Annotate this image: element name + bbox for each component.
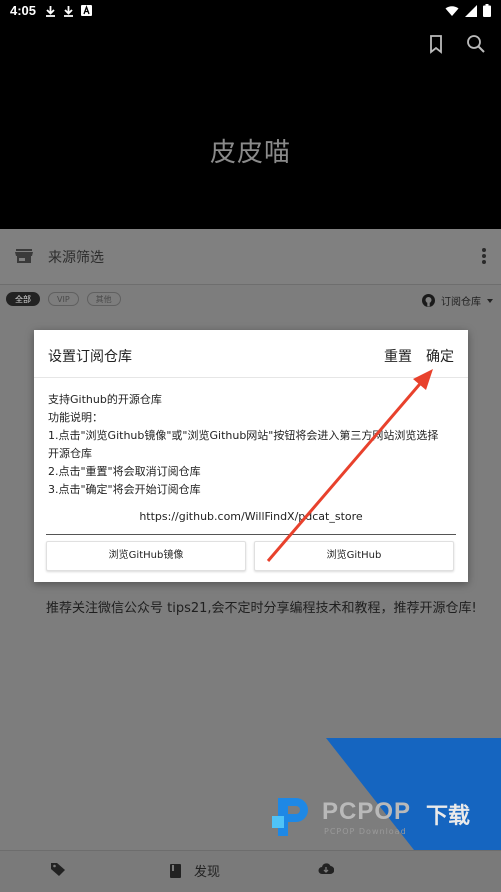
cloud-download-icon <box>318 861 335 877</box>
promo-text: 推荐关注微信公众号 tips21,会不定时分享编程技术和教程，推荐开源仓库! <box>46 601 477 616</box>
bottom-nav: 发现 <box>0 850 501 892</box>
pcpop-logo-icon <box>272 798 308 836</box>
nav-discover-label: 发现 <box>194 865 221 880</box>
subscribe-repo-button[interactable]: 订阅仓库 <box>422 293 493 308</box>
wifi-icon <box>445 5 459 21</box>
dialog-body: 支持Github的开源仓库 功能说明： 1.点击"浏览Github镜像"或"浏览… <box>48 391 458 499</box>
a-box-icon <box>80 4 92 17</box>
bookmark-icon[interactable] <box>425 33 447 55</box>
dialog-body-line: 1.点击"浏览Github镜像"或"浏览Github网站"按钮将会进入第三方网站… <box>48 429 439 442</box>
url-underline <box>46 534 456 535</box>
battery-icon <box>483 4 491 21</box>
app-header: 4:05 皮皮喵 <box>0 0 501 229</box>
watermark: PCPOP 下载 PCPOP Download <box>270 792 500 842</box>
store-icon <box>14 246 34 266</box>
browse-github-mirror-button[interactable]: 浏览GitHub镜像 <box>46 541 246 571</box>
nav-item-discover[interactable]: 发现 <box>168 861 220 880</box>
book-icon <box>168 863 184 879</box>
source-filter-row[interactable]: 来源筛选 <box>0 229 501 285</box>
chip-other[interactable]: 其他 <box>86 292 121 306</box>
download-icon <box>44 4 56 17</box>
subscribe-repo-label: 订阅仓库 <box>441 297 481 308</box>
tag-icon <box>50 861 66 877</box>
chip-all[interactable]: 全部 <box>6 292 40 306</box>
watermark-sub: PCPOP Download <box>324 827 407 836</box>
chip-vip[interactable]: VIP <box>48 292 79 306</box>
subscribe-repo-dialog: 设置订阅仓库 重置 确定 支持Github的开源仓库 功能说明： 1.点击"浏览… <box>34 330 468 582</box>
status-time: 4:05 <box>10 3 37 18</box>
dialog-body-line: 开源仓库 <box>48 447 92 460</box>
status-bar: 4:05 <box>0 0 501 24</box>
filter-chips: 全部 VIP 其他 <box>6 292 121 306</box>
watermark-brand: PCPOP <box>322 798 412 825</box>
dialog-body-line: 2.点击"重置"将会取消订阅仓库 <box>48 465 201 478</box>
source-filter-label: 来源筛选 <box>48 250 104 266</box>
app-title: 皮皮喵 <box>209 138 291 168</box>
dialog-body-line: 3.点击"确定"将会开始订阅仓库 <box>48 483 201 496</box>
dialog-header: 设置订阅仓库 重置 确定 <box>34 330 468 378</box>
download-icon <box>62 4 74 17</box>
signal-icon <box>465 4 477 21</box>
more-vert-icon[interactable] <box>481 245 487 267</box>
browse-github-button[interactable]: 浏览GitHub <box>254 541 454 571</box>
nav-item-cloud[interactable] <box>318 861 335 877</box>
reset-button[interactable]: 重置 <box>384 346 412 366</box>
nav-item-tags[interactable] <box>50 861 66 877</box>
search-icon[interactable] <box>465 33 487 55</box>
dialog-title: 设置订阅仓库 <box>48 349 132 365</box>
dropdown-arrow-icon <box>487 298 493 303</box>
watermark-brand-suffix: 下载 <box>426 804 471 829</box>
confirm-button[interactable]: 确定 <box>426 346 454 366</box>
repo-url-field[interactable]: https://github.com/WillFindX/pdcat_store <box>34 510 468 523</box>
github-icon <box>422 294 435 307</box>
dialog-body-line: 支持Github的开源仓库 <box>48 393 162 406</box>
dialog-body-line: 功能说明： <box>48 411 103 424</box>
